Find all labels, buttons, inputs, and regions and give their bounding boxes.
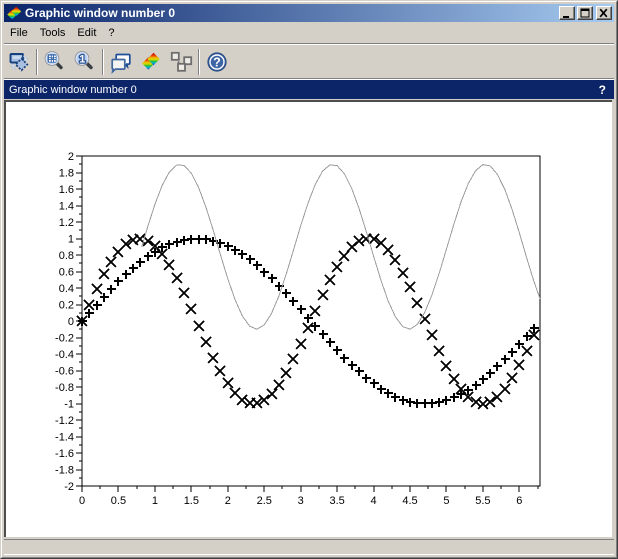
svg-text:0.8: 0.8: [59, 250, 74, 262]
svg-text:4.5: 4.5: [402, 495, 417, 507]
svg-text:-1.8: -1.8: [55, 465, 74, 477]
svg-text:1: 1: [68, 234, 74, 246]
svg-text:1: 1: [152, 495, 158, 507]
svg-text:0: 0: [68, 316, 74, 328]
axes-and-ticks: [76, 156, 540, 492]
plot-axes: 0 0.5 1 1.5 2 2.5 3 3.5 4 4.5 5 5.5 6 2 1.8 1.6 1.4 1.2 1 0…: [0, 0, 618, 559]
svg-text:0.4: 0.4: [59, 283, 74, 295]
svg-text:-2: -2: [64, 481, 74, 493]
svg-text:0: 0: [79, 495, 85, 507]
svg-text:2.5: 2.5: [257, 495, 272, 507]
svg-text:5.5: 5.5: [475, 495, 490, 507]
svg-text:0.5: 0.5: [111, 495, 126, 507]
svg-text:-1.4: -1.4: [55, 432, 74, 444]
svg-text:3: 3: [298, 495, 304, 507]
svg-text:-0.6: -0.6: [55, 366, 74, 378]
svg-text:-0.2: -0.2: [55, 333, 74, 345]
svg-text:1.4: 1.4: [59, 201, 74, 213]
svg-text:-0.8: -0.8: [55, 382, 74, 394]
tick-labels: 0 0.5 1 1.5 2 2.5 3 3.5 4 4.5 5 5.5 6 2 1.8 1.6 1.4 1.2 1 0…: [55, 151, 522, 507]
series-thin-gray-sine: [142, 165, 540, 330]
svg-text:6: 6: [516, 495, 522, 507]
svg-text:-0.4: -0.4: [55, 349, 74, 361]
svg-text:-1.2: -1.2: [55, 415, 74, 427]
series-sin(x): [78, 235, 539, 408]
svg-text:5: 5: [443, 495, 449, 507]
svg-text:-1: -1: [64, 399, 74, 411]
svg-text:3.5: 3.5: [329, 495, 344, 507]
svg-text:1.5: 1.5: [184, 495, 199, 507]
svg-text:1.8: 1.8: [59, 168, 74, 180]
svg-text:2: 2: [68, 151, 74, 163]
svg-text:1.6: 1.6: [59, 184, 74, 196]
svg-text:0.2: 0.2: [59, 300, 74, 312]
svg-text:-1.6: -1.6: [55, 448, 74, 460]
svg-text:0.6: 0.6: [59, 267, 74, 279]
statusbar: [4, 539, 614, 555]
svg-text:4: 4: [371, 495, 377, 507]
graphic-window: Graphic window number 0 File Tools Edit …: [0, 0, 618, 559]
svg-text:2: 2: [225, 495, 231, 507]
svg-text:1.2: 1.2: [59, 217, 74, 229]
